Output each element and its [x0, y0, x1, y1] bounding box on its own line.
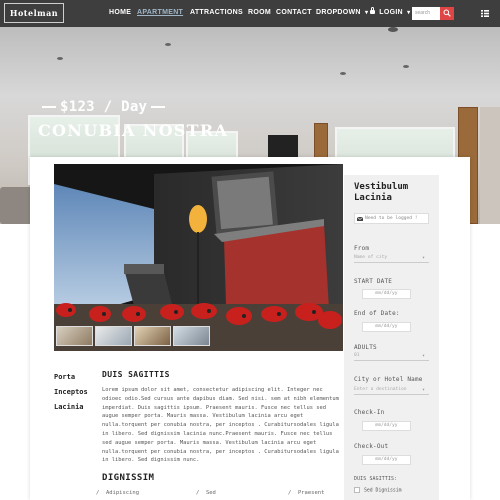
city-placeholder: Enter a destination: [354, 387, 407, 392]
ceiling-light: [165, 43, 171, 46]
sidebar-title: Vestibulum Lacinia: [354, 182, 409, 203]
thumbnail[interactable]: [95, 326, 132, 346]
checkbox-row[interactable]: Sed Dignissim: [354, 487, 402, 494]
booking-sidebar: Vestibulum Lacinia Need to be logged ! F…: [344, 175, 439, 500]
hero-tv: [268, 135, 298, 157]
left-nav-porta[interactable]: Porta: [54, 373, 75, 381]
chevron-down-icon: ▾: [365, 10, 369, 16]
adults-value: 01: [354, 353, 360, 358]
hero-wall: [480, 107, 500, 224]
room-photo[interactable]: [54, 164, 343, 351]
nav-apartment[interactable]: APARTMENT: [137, 9, 183, 16]
start-date-label: START DATE: [354, 278, 393, 285]
checkin-input[interactable]: mm/dd/yy: [362, 421, 411, 431]
nav-attractions[interactable]: ATTRACTIONS: [190, 9, 243, 16]
end-date-input[interactable]: mm/dd/yy: [362, 322, 411, 332]
thumbnail[interactable]: [56, 326, 93, 346]
nav-dropdown[interactable]: DROPDOWN ▾: [316, 9, 368, 16]
chevron-down-icon: ▾: [421, 387, 425, 393]
checkin-label: Check-In: [354, 409, 385, 416]
left-nav-inceptos[interactable]: Inceptos: [54, 388, 88, 396]
from-select[interactable]: Name of city ▾: [354, 253, 429, 263]
dash-decoration: [151, 106, 166, 108]
login-notice[interactable]: Need to be logged !: [354, 213, 429, 224]
nav-login-label: LOGIN: [379, 9, 403, 16]
room-photo-image: [54, 164, 343, 351]
thumbnail[interactable]: [173, 326, 210, 346]
ceiling-light: [388, 27, 398, 32]
nav-room[interactable]: ROOM: [248, 9, 271, 16]
chevron-down-icon: ▾: [407, 10, 411, 16]
dash-decoration: [42, 106, 56, 108]
nav-login[interactable]: LOGIN ▾: [370, 7, 411, 16]
chevron-down-icon: ▾: [421, 255, 425, 261]
city-select[interactable]: Enter a destination ▾: [354, 385, 429, 395]
adults-label: ADULTS: [354, 344, 377, 351]
nav-contact[interactable]: CONTACT: [276, 9, 312, 16]
checkbox-label: Sed Dignissim: [364, 488, 402, 494]
city-label: City or Hotel Name: [354, 376, 423, 383]
amenity-item: / Adipiscing: [96, 490, 140, 496]
section-title-2: DIGNISSIM: [102, 473, 155, 483]
sagittis-label: DUIS SAGITTIS:: [354, 477, 398, 482]
search-input[interactable]: search: [412, 7, 440, 20]
listing-card: Porta Inceptos Lacinia DUIS SAGITTIS Lor…: [30, 157, 470, 500]
description-text: Lorem ipsum dolor sit amet, consectetur …: [102, 387, 339, 464]
grid-menu-icon[interactable]: [481, 10, 489, 17]
envelope-icon: [357, 216, 363, 221]
checkbox[interactable]: [354, 487, 360, 493]
ceiling-light: [403, 65, 409, 68]
from-placeholder: Name of city: [354, 255, 388, 260]
login-notice-text: Need to be logged !: [365, 216, 418, 221]
adults-select[interactable]: 01 ▾: [354, 351, 429, 361]
ceiling-light: [340, 72, 346, 75]
checkout-input[interactable]: mm/dd/yy: [362, 455, 411, 465]
price-per-day: $123 / Day: [38, 99, 169, 115]
ceiling-light: [57, 57, 63, 60]
thumbnail[interactable]: [134, 326, 171, 346]
search-icon: [443, 9, 451, 17]
nav-dropdown-label: DROPDOWN: [316, 9, 361, 16]
amenity-item: / Praesent: [288, 490, 325, 496]
start-date-input[interactable]: mm/dd/yy: [362, 289, 411, 299]
top-navbar: Hotelman HOME APARTMENT ATTRACTIONS ROOM…: [0, 0, 500, 27]
section-title: DUIS SAGITTIS: [102, 370, 170, 379]
search-button[interactable]: [440, 7, 454, 20]
checkout-label: Check-Out: [354, 443, 389, 450]
chevron-down-icon: ▾: [421, 353, 425, 359]
from-label: From: [354, 245, 370, 252]
end-date-label: End of Date:: [354, 310, 400, 317]
left-nav-lacinia[interactable]: Lacinia: [54, 403, 84, 411]
site-logo[interactable]: Hotelman: [4, 3, 64, 23]
nav-home[interactable]: HOME: [109, 9, 131, 16]
amenity-item: / Sed: [196, 490, 216, 496]
price-text: $123 / Day: [60, 99, 148, 115]
lock-icon: [370, 7, 375, 14]
hero-title: CONUBIA NOSTRA: [38, 121, 229, 140]
